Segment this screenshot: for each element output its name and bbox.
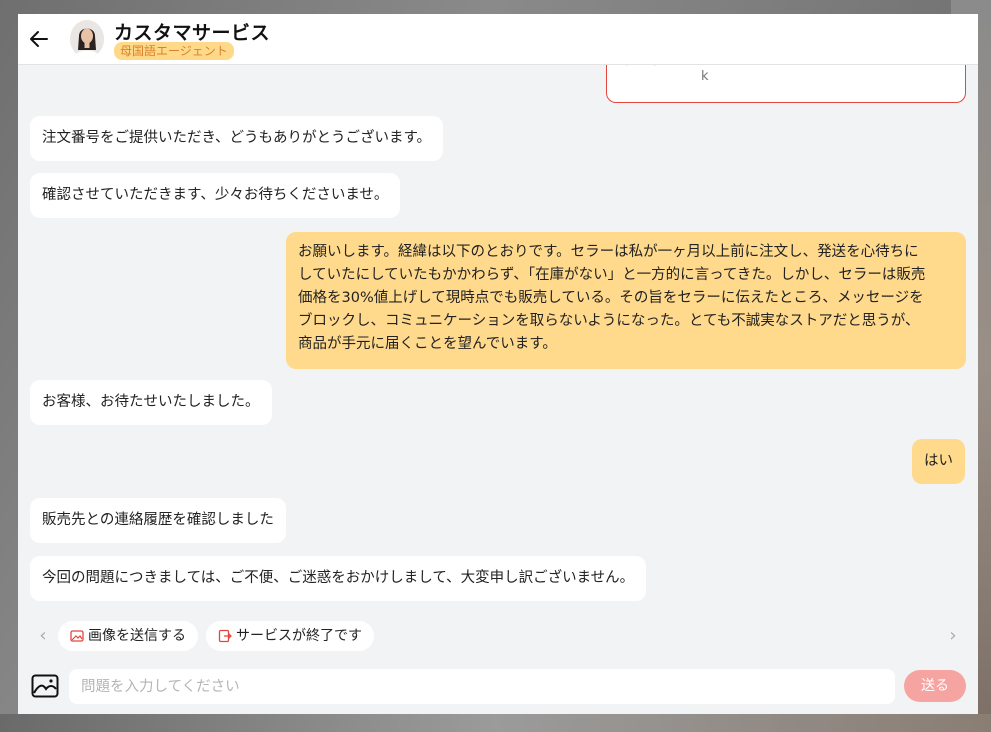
exit-icon bbox=[218, 629, 232, 643]
message-text: 販売先との連絡履歴を確認しました bbox=[42, 512, 274, 528]
image-upload-icon[interactable] bbox=[31, 674, 59, 698]
message-text: 今回の問題につきましては、ご不便、ご迷惑をおかけしまして、大変申し訳ございません… bbox=[42, 570, 635, 586]
background-bottom bbox=[0, 714, 991, 732]
send-image-label: 画像を送信する bbox=[88, 628, 186, 644]
agent-message: 今回の問題につきましては、ご不便、ご迷惑をおかけしまして、大変申し訳ございません… bbox=[30, 556, 647, 601]
chevron-left-icon[interactable]: ‹ bbox=[33, 626, 53, 646]
user-message: お願いします。経緯は以下のとおりです。セラーは私が一ヶ月以上前に注文し、発送を心… bbox=[286, 232, 966, 369]
input-bar: 送る bbox=[18, 662, 978, 714]
user-message: はい bbox=[912, 439, 965, 484]
agent-message: 販売先との連絡履歴を確認しました bbox=[30, 498, 286, 543]
chat-window: カスタマサービス 母国語エージェント 1/18.5CM W/8.5CM 8.2C… bbox=[18, 14, 978, 714]
chevron-right-icon[interactable]: › bbox=[943, 626, 963, 646]
message-text: はい bbox=[924, 453, 953, 469]
message-line: ブロックし、コミュニケーションを取らないようになった。とても不誠実なストアだと思… bbox=[298, 313, 920, 329]
agent-message: 確認させていただきます、少々お待ちくださいませ。 bbox=[30, 173, 401, 218]
end-service-label: サービスが終了です bbox=[236, 628, 362, 644]
agent-type-badge: 母国語エージェント bbox=[114, 42, 234, 60]
message-list: 1/18.5CM W/8.5CM 8.2CM k 注文番号をご提供いただき、どう… bbox=[18, 55, 978, 610]
agent-avatar bbox=[70, 20, 104, 58]
back-arrow-icon[interactable] bbox=[28, 28, 50, 50]
message-text: 注文番号をご提供いただき、どうもありがとうございます。 bbox=[42, 130, 432, 146]
header: カスタマサービス 母国語エージェント bbox=[18, 14, 978, 65]
image-caption: k bbox=[701, 69, 709, 84]
message-line: していたにしていたもかかわらず、「在庫がない」と一方的に言ってきた。しかし、セラ… bbox=[298, 267, 926, 283]
end-service-button[interactable]: サービスが終了です bbox=[206, 621, 374, 651]
quick-actions: ‹ 画像を送信する サービスが終了です › bbox=[18, 618, 978, 654]
page-title: カスタマサービス bbox=[114, 22, 271, 44]
message-input[interactable] bbox=[69, 669, 895, 704]
message-line: お願いします。経緯は以下のとおりです。セラーは私が一ヶ月以上前に注文し、発送を心… bbox=[298, 244, 919, 260]
send-button[interactable]: 送る bbox=[904, 670, 966, 702]
message-line: 商品が手元に届くことを望んでいます。 bbox=[298, 336, 557, 352]
image-icon bbox=[70, 630, 84, 642]
agent-message: 注文番号をご提供いただき、どうもありがとうございます。 bbox=[30, 116, 444, 161]
message-line: 価格を30%値上げして現時点でも販売している。その旨をセラーに伝えたところ、メッ… bbox=[298, 290, 924, 306]
agent-message: お客様、お待たせいたしました。 bbox=[30, 380, 272, 425]
message-text: お客様、お待たせいたしました。 bbox=[42, 394, 260, 410]
message-text: 確認させていただきます、少々お待ちくださいませ。 bbox=[42, 187, 389, 203]
send-image-button[interactable]: 画像を送信する bbox=[58, 621, 198, 651]
